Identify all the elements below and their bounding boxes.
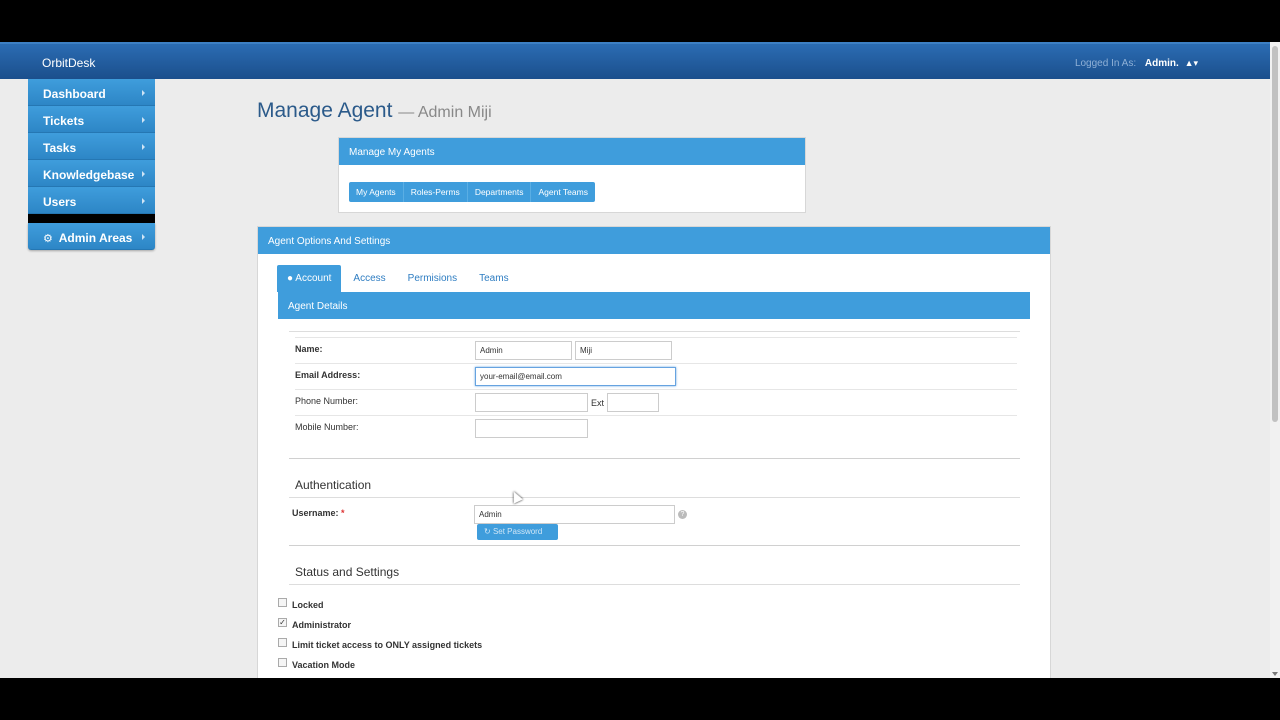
refresh-icon: ↻ bbox=[484, 527, 491, 536]
username-input[interactable]: Admin bbox=[474, 505, 675, 524]
user-name: Admin. bbox=[1144, 58, 1179, 69]
sidebar-item-knowledgebase[interactable]: Knowledgebase bbox=[28, 160, 155, 187]
sidebar-item-tasks[interactable]: Tasks bbox=[28, 133, 155, 160]
help-icon[interactable]: ? bbox=[678, 510, 687, 519]
mobile-input[interactable] bbox=[475, 419, 588, 438]
email-input[interactable]: your-email@email.com bbox=[475, 367, 676, 386]
first-name-input[interactable]: Admin bbox=[475, 341, 572, 360]
sidebar: Dashboard Tickets Tasks Knowledgebase Us… bbox=[28, 79, 155, 250]
caret-right-icon bbox=[142, 90, 145, 96]
user-icon: ● bbox=[287, 273, 294, 284]
caret-right-icon bbox=[142, 171, 145, 177]
sidebar-item-users[interactable]: Users bbox=[28, 187, 155, 214]
sidebar-item-label: Dashboard bbox=[43, 87, 106, 101]
caret-right-icon bbox=[142, 234, 145, 240]
user-menu[interactable]: Admin. ▲▾ bbox=[1145, 58, 1198, 69]
status-settings-title: Status and Settings bbox=[295, 565, 400, 579]
locked-label: Locked bbox=[292, 600, 324, 610]
authentication-title: Authentication bbox=[295, 478, 372, 492]
mobile-row: Mobile Number: bbox=[295, 415, 1017, 441]
tab-access[interactable]: Access bbox=[341, 265, 395, 292]
limit-access-label: Limit ticket access to ONLY assigned tic… bbox=[292, 640, 483, 650]
brand-logo[interactable]: OrbitDesk bbox=[42, 56, 95, 70]
page-title: Manage Agent — Admin Miji bbox=[257, 99, 492, 123]
required-mark: * bbox=[341, 508, 345, 518]
user-icon: ▲▾ bbox=[1184, 58, 1198, 68]
scroll-down-icon[interactable] bbox=[1272, 672, 1278, 676]
sidebar-item-label: Tasks bbox=[43, 141, 77, 155]
manage-agents-panel: Manage My Agents My Agents Roles-Perms D… bbox=[338, 137, 806, 213]
manage-button-group: My Agents Roles-Perms Departments Agent … bbox=[349, 182, 595, 202]
sidebar-item-label: Knowledgebase bbox=[43, 168, 135, 182]
divider bbox=[289, 458, 1020, 459]
departments-button[interactable]: Departments bbox=[468, 182, 532, 202]
administrator-label: Administrator bbox=[292, 620, 352, 630]
vacation-mode-checkbox[interactable] bbox=[278, 658, 287, 667]
page-title-text: Manage Agent bbox=[257, 99, 393, 122]
divider bbox=[289, 497, 1020, 498]
sidebar-separator bbox=[28, 214, 155, 223]
agent-options-panel: Agent Options And Settings ● Account Acc… bbox=[257, 226, 1051, 678]
locked-checkbox[interactable] bbox=[278, 598, 287, 607]
sidebar-item-dashboard[interactable]: Dashboard bbox=[28, 79, 155, 106]
top-navbar: OrbitDesk Logged In As: Admin. ▲▾ bbox=[0, 42, 1270, 79]
caret-right-icon bbox=[142, 144, 145, 150]
tab-label: Account bbox=[295, 273, 332, 284]
tab-permissions[interactable]: Permisions bbox=[396, 265, 467, 292]
tab-teams[interactable]: Teams bbox=[467, 265, 518, 292]
caret-right-icon bbox=[142, 117, 145, 123]
sidebar-item-tickets[interactable]: Tickets bbox=[28, 106, 155, 133]
phone-row: Phone Number: Ext bbox=[295, 389, 1017, 415]
page-subtitle: — Admin Miji bbox=[398, 104, 492, 121]
ext-input[interactable] bbox=[607, 393, 659, 412]
sidebar-item-label: Users bbox=[43, 195, 77, 209]
name-row: Name: Admin Miji bbox=[295, 337, 1017, 363]
caret-right-icon bbox=[142, 198, 145, 204]
tab-account[interactable]: ● Account bbox=[277, 265, 342, 292]
limit-access-checkbox[interactable] bbox=[278, 638, 287, 647]
sidebar-item-label: Tickets bbox=[43, 114, 85, 128]
gears-icon: ⚙ bbox=[43, 233, 53, 245]
divider bbox=[289, 584, 1020, 585]
name-label: Name: bbox=[295, 344, 323, 354]
page-scrollbar[interactable] bbox=[1270, 42, 1280, 678]
logged-in-info: Logged In As: Admin. ▲▾ bbox=[1075, 58, 1198, 69]
set-password-label: Set Password bbox=[492, 527, 543, 536]
account-tabs: ● Account Access Permisions Teams bbox=[277, 265, 519, 292]
email-label: Email Address: bbox=[295, 370, 361, 380]
divider bbox=[289, 545, 1020, 546]
agent-teams-button[interactable]: Agent Teams bbox=[531, 182, 594, 202]
ext-label: Ext bbox=[591, 398, 605, 408]
mobile-label: Mobile Number: bbox=[295, 422, 359, 432]
last-name-input[interactable]: Miji bbox=[575, 341, 672, 360]
phone-label: Phone Number: bbox=[295, 396, 359, 406]
vacation-mode-label: Vacation Mode bbox=[292, 660, 356, 670]
browser-viewport: OrbitDesk Logged In As: Admin. ▲▾ Dashbo… bbox=[0, 42, 1280, 678]
agent-details-heading: Agent Details bbox=[278, 292, 1030, 319]
email-row: Email Address: your-email@email.com bbox=[295, 363, 1017, 389]
username-label: Username: * bbox=[292, 508, 345, 518]
panel-heading: Agent Options And Settings bbox=[258, 227, 1050, 254]
phone-input[interactable] bbox=[475, 393, 588, 412]
roles-perms-button[interactable]: Roles-Perms bbox=[404, 182, 468, 202]
divider bbox=[289, 331, 1020, 332]
sidebar-item-admin-areas[interactable]: ⚙ Admin Areas bbox=[28, 223, 155, 250]
set-password-button[interactable]: ↻ Set Password bbox=[477, 524, 558, 540]
panel-heading: Manage My Agents bbox=[339, 138, 805, 165]
administrator-checkbox[interactable]: ✓ bbox=[278, 618, 287, 627]
sidebar-item-label: Admin Areas bbox=[58, 231, 133, 245]
my-agents-button[interactable]: My Agents bbox=[349, 182, 404, 202]
logged-in-label: Logged In As: bbox=[1074, 58, 1137, 69]
username-label-text: Username: bbox=[292, 508, 339, 518]
scrollbar-thumb[interactable] bbox=[1272, 46, 1278, 422]
